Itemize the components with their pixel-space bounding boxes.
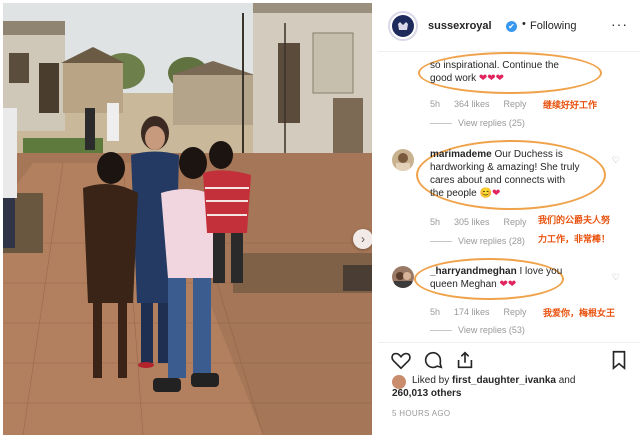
- comment-2-view-replies[interactable]: View replies (28): [430, 236, 525, 246]
- comment-3-line-2: queen Meghan: [430, 279, 497, 290]
- header-separator: •: [522, 18, 526, 30]
- comment-3-time: 5h: [430, 307, 441, 317]
- comment-2-line-1: Our Duchess is: [494, 149, 563, 160]
- replies-divider: [430, 240, 452, 242]
- comment-1-view-replies-label[interactable]: View replies (25): [458, 118, 525, 128]
- comment-1-meta: 5h 364 likes Reply: [430, 99, 527, 109]
- comment-2-meta: 5h 305 likes Reply: [430, 217, 527, 227]
- comment-1-emoji: ❤❤❤: [478, 73, 505, 84]
- comment-1-view-replies[interactable]: View replies (25): [430, 118, 525, 128]
- heart-icon[interactable]: [390, 349, 412, 371]
- comment-2-line-3: cares about and connects with: [430, 175, 566, 186]
- comment-2-translation-line-1: 我们的公爵夫人努: [538, 215, 611, 225]
- comment-1-reply-button[interactable]: Reply: [504, 99, 527, 109]
- comment-2-emoji: 😊❤: [479, 188, 501, 199]
- comment-1: so inspirational. Continue the good work…: [430, 59, 600, 85]
- comment-3-emoji: ❤❤: [499, 279, 517, 290]
- post-side-panel: sussexroyal ✔ • Following ··· so inspira…: [378, 0, 640, 437]
- bookmark-icon[interactable]: [608, 349, 630, 371]
- comment-1-line-2: good work: [430, 73, 477, 84]
- comment-3-username[interactable]: _harryandmeghan: [430, 266, 517, 277]
- likes-prefix: Liked by: [412, 375, 450, 386]
- account-username[interactable]: sussexroyal: [428, 20, 492, 32]
- comment-3-line-1: I love you: [519, 266, 563, 277]
- comment-3-view-replies[interactable]: View replies (53): [430, 325, 525, 335]
- comment-2: marimademe Our Duchess is hardworking & …: [430, 148, 605, 200]
- royal-crest-icon: [392, 15, 414, 37]
- comment-3-translation: 我爱你，梅根女王: [543, 308, 616, 318]
- comment-2-translation-line-2: 力工作，非常棒！: [538, 234, 611, 244]
- share-icon[interactable]: [454, 349, 476, 371]
- comment-2-username[interactable]: marimademe: [430, 149, 492, 160]
- comment-3-meta: 5h 174 likes Reply: [430, 307, 527, 317]
- likes-summary: Liked by first_daughter_ivanka and 260,0…: [392, 374, 576, 400]
- comment-2-likes[interactable]: 305 likes: [454, 217, 490, 227]
- carousel-next-icon[interactable]: ›: [353, 229, 372, 249]
- comment-1-likes[interactable]: 364 likes: [454, 99, 490, 109]
- comment-2-avatar[interactable]: [392, 149, 414, 171]
- post-photo-scene: [3, 3, 372, 435]
- replies-divider: [430, 122, 452, 124]
- post-header: sussexroyal ✔ • Following ···: [378, 0, 640, 52]
- comment-1-time: 5h: [430, 99, 441, 109]
- account-avatar[interactable]: [388, 11, 418, 41]
- comment-2-like-icon[interactable]: ♡: [612, 155, 620, 166]
- post-action-bar: [378, 342, 640, 374]
- likes-count[interactable]: 260,013 others: [392, 388, 462, 399]
- verified-badge-icon: ✔: [506, 21, 517, 32]
- comment-3: _harryandmeghan I love you queen Meghan …: [430, 265, 605, 291]
- comment-3-like-icon[interactable]: ♡: [612, 272, 620, 283]
- comment-3-view-replies-label[interactable]: View replies (53): [458, 325, 525, 335]
- comment-3-reply-button[interactable]: Reply: [504, 307, 527, 317]
- post-timestamp: 5 HOURS AGO: [392, 409, 451, 418]
- likes-user[interactable]: first_daughter_ivanka: [452, 375, 556, 386]
- comment-1-translation: 继续好好工作: [543, 100, 598, 110]
- following-button[interactable]: Following: [530, 20, 576, 32]
- comment-2-line-4: the people: [430, 188, 477, 199]
- comment-2-reply-button[interactable]: Reply: [504, 217, 527, 227]
- liker-avatar[interactable]: [392, 375, 406, 389]
- comment-3-avatar[interactable]: [392, 266, 414, 288]
- comment-2-time: 5h: [430, 217, 441, 227]
- comment-2-view-replies-label[interactable]: View replies (28): [458, 236, 525, 246]
- replies-divider: [430, 329, 452, 331]
- likes-and: and: [558, 375, 576, 386]
- more-options-icon[interactable]: ···: [611, 16, 628, 32]
- comment-1-line-1: so inspirational. Continue the: [430, 60, 559, 71]
- comment-icon[interactable]: [422, 349, 444, 371]
- comment-2-line-2: hardworking & amazing! She truly: [430, 162, 580, 173]
- post-photo: ›: [3, 3, 372, 435]
- comment-3-likes[interactable]: 174 likes: [454, 307, 490, 317]
